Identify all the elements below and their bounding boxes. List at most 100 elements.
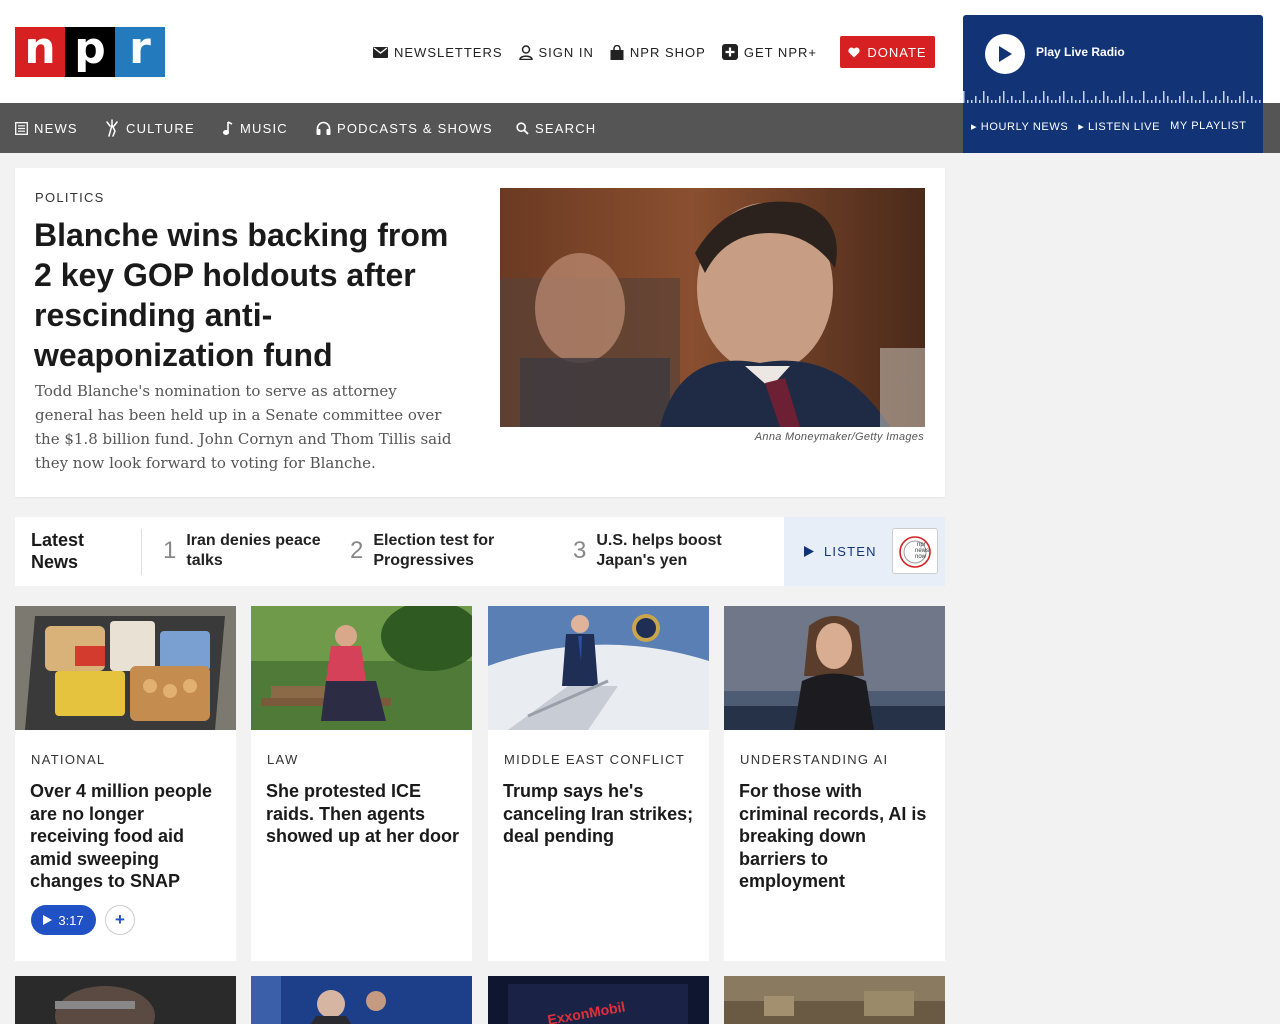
headphones-icon: [316, 121, 331, 135]
waveform-bar: [1247, 100, 1249, 103]
story-card-2: LAW She protested ICE raids. Then agents…: [251, 606, 472, 961]
donate-button[interactable]: DONATE: [840, 36, 935, 68]
waveform-bar: [1071, 96, 1073, 103]
story-card-kicker[interactable]: MIDDLE EAST CONFLICT: [504, 752, 685, 767]
get-npr-plus-label: GET NPR+: [743, 44, 817, 60]
story-card-image[interactable]: [724, 606, 945, 730]
nav-news-label: NEWS: [34, 120, 78, 136]
story-card-image[interactable]: [15, 606, 236, 730]
waveform-bar: [1179, 96, 1181, 103]
npr-shop-link[interactable]: NPR SHOP: [610, 44, 706, 60]
waveform-bar: [1035, 96, 1037, 103]
waveform-bar: [1123, 91, 1125, 103]
story-card-title[interactable]: Over 4 million people are no longer rece…: [30, 780, 225, 893]
waveform-bar: [983, 91, 985, 103]
story-card-5-image[interactable]: [15, 976, 236, 1024]
nav-item-search[interactable]: SEARCH: [516, 103, 596, 153]
utility-nav: NEWSLETTERS SIGN IN NPR SHOP GET NPR+: [373, 42, 833, 62]
newsletters-link[interactable]: NEWSLETTERS: [373, 45, 503, 60]
waveform-bar: [1131, 96, 1133, 103]
nav-podcasts-label: PODCASTS & SHOWS: [337, 120, 493, 136]
hero-image[interactable]: [500, 188, 925, 427]
hero-image-credit: Anna Moneymaker/Getty Images: [754, 431, 924, 443]
latest-item-3[interactable]: 3 U.S. helps boost Japan's yen: [573, 531, 763, 571]
nav-item-music[interactable]: MUSIC: [222, 103, 288, 153]
hero-kicker[interactable]: POLITICS: [35, 190, 105, 205]
waveform-bar: [999, 96, 1001, 103]
waveform-bar: [1243, 91, 1245, 103]
latest-item-text: Election test for Progressives: [373, 532, 495, 569]
waveform-bar: [1083, 91, 1085, 103]
listen-button[interactable]: LISTEN: [804, 544, 877, 559]
waveform-bar: [1007, 100, 1009, 103]
culture-icon: [106, 119, 118, 137]
nav-search-label: SEARCH: [535, 120, 597, 136]
latest-news-bar: Latest News 1 Iran denies peace talks 2 …: [15, 517, 945, 586]
story-card-7-image[interactable]: ExxonMobil: [488, 976, 709, 1024]
story-card-title[interactable]: For those with criminal records, AI is b…: [739, 780, 934, 893]
sign-in-label: SIGN IN: [538, 44, 594, 60]
waveform-bar: [1227, 96, 1229, 103]
plus-icon: +: [115, 910, 125, 929]
story-card-title[interactable]: She protested ICE raids. Then agents sho…: [266, 780, 461, 848]
listen-live-link[interactable]: ▸ LISTEN LIVE: [1078, 120, 1160, 133]
latest-item-1[interactable]: 1 Iran denies peace talks: [163, 531, 338, 571]
nav-culture-label: CULTURE: [126, 120, 195, 136]
story-card-kicker[interactable]: LAW: [267, 752, 299, 767]
waveform-bar: [1207, 100, 1209, 103]
latest-item-text: U.S. helps boost Japan's yen: [596, 532, 722, 569]
waveform-bar: [1159, 100, 1161, 103]
hourly-news-link[interactable]: ▸ HOURLY NEWS: [971, 120, 1068, 133]
hero-story: POLITICS Blanche wins backing from 2 key…: [15, 168, 945, 497]
waveform-bar: [1115, 100, 1117, 103]
add-to-playlist-button[interactable]: +: [105, 905, 135, 935]
waveform-bar: [1023, 91, 1025, 103]
my-playlist-link[interactable]: MY PLAYLIST: [1170, 120, 1247, 133]
waveform-bar: [1199, 100, 1201, 103]
waveform-bar: [1011, 96, 1013, 103]
waveform-bar: [1163, 91, 1165, 103]
waveform-bar: [1059, 96, 1061, 103]
nav-music-label: MUSIC: [240, 120, 288, 136]
waveform-bar: [1067, 100, 1069, 103]
story-card-title[interactable]: Trump says he's canceling Iran strikes; …: [503, 780, 698, 848]
latest-item-number: 1: [163, 537, 177, 564]
waveform-bar: [1127, 100, 1129, 103]
sign-in-link[interactable]: SIGN IN: [518, 44, 594, 60]
listen-box: LISTEN npr news now: [784, 517, 945, 586]
listen-label: LISTEN: [824, 544, 877, 559]
waveform-bar: [1183, 91, 1185, 103]
audio-play-button[interactable]: 3:17: [31, 905, 96, 935]
waveform-bar: [1187, 100, 1189, 103]
plus-square-icon: [721, 44, 738, 60]
nav-item-podcasts[interactable]: PODCASTS & SHOWS: [316, 103, 493, 153]
nav-item-news[interactable]: NEWS: [15, 103, 78, 153]
story-card-kicker[interactable]: NATIONAL: [31, 752, 105, 767]
play-live-radio-button[interactable]: [985, 34, 1025, 74]
divider: [141, 529, 142, 575]
hero-title[interactable]: Blanche wins backing from 2 key GOP hold…: [34, 215, 464, 375]
nav-item-culture[interactable]: CULTURE: [104, 103, 195, 153]
waveform-bar: [1191, 96, 1193, 103]
waveform-bar: [1039, 100, 1041, 103]
npr-logo[interactable]: n p r: [15, 27, 165, 77]
story-card-kicker[interactable]: UNDERSTANDING AI: [740, 752, 888, 767]
waveform-bar: [1175, 100, 1177, 103]
get-npr-plus-link[interactable]: GET NPR+: [721, 44, 817, 60]
waveform-bar: [1103, 91, 1105, 103]
latest-item-2[interactable]: 2 Election test for Progressives: [350, 531, 545, 571]
waveform-bar: [1027, 100, 1029, 103]
latest-item-number: 3: [573, 537, 587, 564]
waveform-bar: [1147, 100, 1149, 103]
logo-letter-n: n: [15, 27, 65, 77]
waveform-bar: [1219, 100, 1221, 103]
play-icon: [43, 915, 53, 925]
story-card-image[interactable]: [488, 606, 709, 730]
waveform-bar: [1047, 96, 1049, 103]
story-card-6-image[interactable]: [251, 976, 472, 1024]
story-card-8-image[interactable]: [724, 976, 945, 1024]
heart-icon: [848, 47, 861, 57]
play-live-radio-label[interactable]: Play Live Radio: [1036, 45, 1125, 59]
story-card-image[interactable]: [251, 606, 472, 730]
waveform-bar: [991, 100, 993, 103]
